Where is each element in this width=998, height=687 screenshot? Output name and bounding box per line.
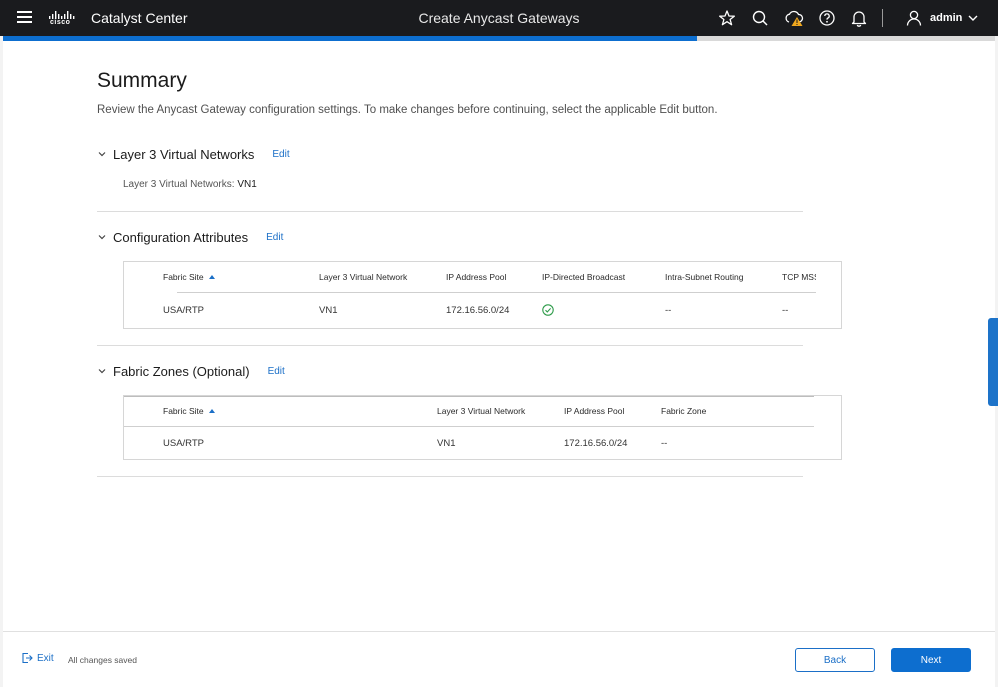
exit-label: Exit: [37, 652, 54, 664]
edit-vn-link[interactable]: Edit: [272, 149, 289, 160]
cell-tcp-mss: --: [782, 305, 789, 316]
top-bar: cisco Catalyst Center Create Anycast Gat…: [0, 0, 998, 36]
page-title: Summary: [97, 69, 187, 92]
check-circle-icon: [542, 304, 554, 316]
cell-fabric-site: USA/RTP: [163, 305, 205, 316]
section-divider: [97, 345, 803, 346]
section-header-config: Configuration Attributes Edit: [97, 228, 283, 246]
col-header-fabric-site[interactable]: Fabric Site: [163, 272, 215, 282]
exit-button[interactable]: Exit: [21, 652, 54, 664]
cell-vn: VN1: [437, 438, 456, 449]
collapse-chevron-icon[interactable]: [97, 149, 107, 159]
sort-asc-icon[interactable]: [208, 275, 215, 279]
user-icon[interactable]: [905, 9, 923, 27]
footer-divider: [3, 631, 995, 632]
cell-ip-pool: 172.16.56.0/24: [564, 438, 628, 449]
section-title-zones: Fabric Zones (Optional): [113, 363, 250, 379]
col-header-tcp-mss: TCP MSS: [782, 272, 816, 282]
table-top-border: [124, 396, 814, 397]
bell-icon[interactable]: [850, 9, 868, 27]
help-icon[interactable]: [818, 9, 836, 27]
collapse-chevron-icon[interactable]: [97, 366, 107, 376]
col-header-vn: Layer 3 Virtual Network: [319, 272, 408, 282]
table-header-divider: [177, 292, 816, 293]
collapse-chevron-icon[interactable]: [97, 232, 107, 242]
vn-value: VN1: [237, 179, 257, 190]
table-header-divider: [124, 426, 814, 427]
sort-asc-icon[interactable]: [208, 409, 215, 413]
progress-fill: [3, 36, 698, 41]
section-title-vn: Layer 3 Virtual Networks: [113, 146, 255, 162]
save-status: All changes saved: [68, 655, 137, 665]
chevron-down-icon[interactable]: [966, 9, 980, 27]
zones-table: Fabric Site Layer 3 Virtual Network IP A…: [123, 395, 842, 460]
wizard-progress-bar: [3, 36, 995, 41]
page-heading: Create Anycast Gateways: [418, 10, 580, 26]
edit-config-link[interactable]: Edit: [266, 232, 283, 243]
section-header-zones: Fabric Zones (Optional) Edit: [97, 362, 285, 380]
edit-zones-link[interactable]: Edit: [268, 366, 285, 377]
section-header-vn: Layer 3 Virtual Networks Edit: [97, 145, 290, 163]
config-table: Fabric Site Layer 3 Virtual Network IP A…: [123, 261, 842, 329]
col-header-ip-pool: IP Address Pool: [446, 272, 507, 282]
back-button[interactable]: Back: [795, 648, 875, 672]
vn-summary-line: Layer 3 Virtual Networks: VN1: [123, 179, 257, 190]
cell-fabric-zone: --: [661, 438, 668, 449]
col-header-fabric-zone: Fabric Zone: [661, 406, 707, 416]
side-panel-tab[interactable]: [988, 318, 998, 406]
cell-intra-subnet-routing: --: [665, 305, 672, 316]
section-title-config: Configuration Attributes: [113, 229, 249, 245]
cell-ip-pool: 172.16.56.0/24: [446, 305, 510, 316]
col-header-ip-pool: IP Address Pool: [564, 406, 625, 416]
col-header-intra-subnet-routing: Intra-Subnet Routing: [665, 272, 744, 282]
vn-label: Layer 3 Virtual Networks:: [123, 179, 235, 190]
cell-vn: VN1: [319, 305, 338, 316]
topbar-divider: [882, 9, 883, 27]
search-icon[interactable]: [751, 9, 769, 27]
col-header-ip-directed-broadcast: IP-Directed Broadcast: [542, 272, 626, 282]
user-name[interactable]: admin: [930, 12, 962, 24]
page-subtitle: Review the Anycast Gateway configuration…: [97, 104, 718, 116]
col-header-vn: Layer 3 Virtual Network: [437, 406, 526, 416]
section-divider: [97, 211, 803, 212]
cloud-alert-icon[interactable]: [784, 9, 804, 27]
cell-fabric-site: USA/RTP: [163, 438, 205, 449]
exit-icon: [22, 652, 33, 664]
next-button[interactable]: Next: [891, 648, 971, 672]
star-icon[interactable]: [718, 9, 736, 27]
section-divider: [97, 476, 803, 477]
col-header-fabric-site[interactable]: Fabric Site: [163, 406, 215, 416]
